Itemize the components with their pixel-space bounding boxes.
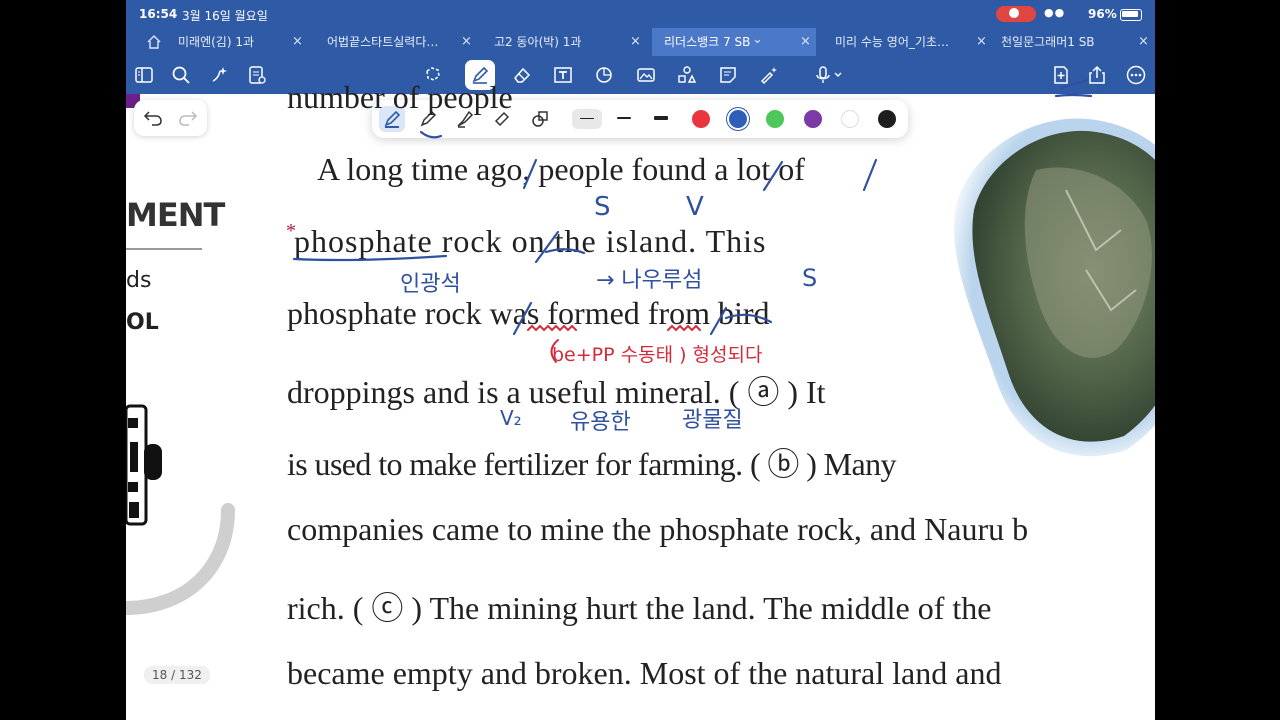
- tab-label: 미리 수능 영어_기초…: [835, 35, 949, 49]
- thickness-bold[interactable]: [646, 109, 676, 129]
- passage-line: A long time ago, people found a lot of: [317, 151, 805, 187]
- ai-sparkle-icon[interactable]: [207, 62, 233, 88]
- tab-2[interactable]: 어법끝스타트실력다… ×: [327, 28, 472, 56]
- sidebar-icon[interactable]: [131, 62, 157, 88]
- elements-icon[interactable]: [674, 62, 700, 88]
- home-icon[interactable]: [146, 34, 162, 50]
- color-swatch-black[interactable]: [878, 110, 896, 128]
- share-icon[interactable]: [1084, 62, 1110, 88]
- color-swatch-red[interactable]: [692, 110, 710, 128]
- annotation-subject: S: [802, 264, 818, 292]
- document-tab-bar: 미래엔(김) 1과 × 어법끝스타트실력다… × 고2 동아(박) 1과 × 리…: [126, 28, 1155, 56]
- add-page-icon[interactable]: [1048, 62, 1074, 88]
- tab-close-icon[interactable]: ×: [630, 28, 641, 56]
- sticky-note-icon[interactable]: [715, 62, 741, 88]
- redo-icon[interactable]: [178, 109, 198, 127]
- left-page-text: OL: [126, 310, 159, 335]
- status-bar: 16:54 3월 16일 월요일 ●● 96%: [126, 0, 1155, 28]
- annotation-grammar-note: be+PP 수동태 ) 형성되다: [552, 344, 763, 366]
- tab-label: 리더스뱅크 7 SB: [664, 35, 751, 49]
- tab-3[interactable]: 고2 동아(박) 1과 ×: [494, 28, 641, 56]
- tab-label: 천일문그래머1 SB: [1001, 35, 1095, 49]
- divider: [126, 248, 202, 250]
- undo-redo-group: [134, 100, 207, 136]
- tab-label: 고2 동아(박) 1과: [494, 35, 582, 49]
- color-swatch-green[interactable]: [766, 110, 784, 128]
- more-options-icon[interactable]: [1123, 62, 1149, 88]
- passage-line: became empty and broken. Most of the nat…: [287, 655, 1002, 691]
- toolbar: [126, 56, 1155, 94]
- tab-6[interactable]: 천일문그래머1 SB ×: [1001, 28, 1149, 56]
- tab-label: 어법끝스타트실력다…: [327, 35, 439, 49]
- passage-line: droppings and is a useful mineral. ( ⓐ )…: [287, 374, 826, 410]
- tab-label: 미래엔(김) 1과: [178, 35, 255, 49]
- tab-1[interactable]: 미래엔(김) 1과 ×: [178, 28, 303, 56]
- tab-4-active[interactable]: 리더스뱅크 7 SB ⌄ ×: [652, 28, 816, 56]
- annotation-korean: 인광석: [400, 272, 461, 297]
- status-time: 16:54: [139, 7, 178, 21]
- shape-pen-icon[interactable]: [527, 106, 553, 132]
- passage-line: rich. ( ⓒ ) The mining hurt the land. Th…: [287, 590, 992, 626]
- tab-5[interactable]: 미리 수능 영어_기초… ×: [835, 28, 987, 56]
- tab-close-icon[interactable]: ×: [976, 28, 987, 56]
- passage-line: number of people: [287, 79, 513, 115]
- passage-line: is used to make fertilizer for farming. …: [287, 446, 897, 482]
- status-date: 3월 16일 월요일: [182, 9, 268, 23]
- undo-icon[interactable]: [143, 109, 163, 127]
- annotation-korean: → 나우루섬: [596, 268, 703, 293]
- battery-icon: [1120, 9, 1142, 21]
- tab-close-icon[interactable]: ×: [461, 28, 472, 56]
- passage-line: companies came to mine the phosphate roc…: [287, 511, 1029, 547]
- shapes-icon[interactable]: [591, 62, 617, 88]
- annotation-verb2: V₂: [500, 406, 522, 430]
- status-icons: ●●: [1044, 6, 1066, 19]
- microphone-icon[interactable]: [810, 62, 850, 88]
- tab-close-icon[interactable]: ×: [292, 28, 303, 56]
- left-page-text: ds: [126, 268, 152, 293]
- annotation-subject: S: [594, 192, 611, 222]
- battery-percent: 96%: [1088, 7, 1117, 21]
- color-swatch-white[interactable]: [841, 110, 859, 128]
- annotation-korean: 광물질: [682, 408, 743, 433]
- laser-pointer-icon[interactable]: [756, 62, 782, 88]
- thickness-fine[interactable]: [572, 109, 602, 129]
- qr-and-arc-decoration: [126, 404, 235, 615]
- screen-recording-indicator[interactable]: [996, 6, 1036, 22]
- eraser-icon[interactable]: [509, 62, 535, 88]
- document-list-icon[interactable]: [244, 62, 270, 88]
- thickness-medium[interactable]: [609, 109, 639, 129]
- tab-close-icon[interactable]: ×: [1138, 28, 1149, 56]
- color-swatch-purple[interactable]: [804, 110, 822, 128]
- text-box-icon[interactable]: [550, 62, 576, 88]
- annotation-verb: V: [686, 192, 704, 222]
- left-page-heading: MENT: [126, 196, 225, 234]
- page-indicator: 18 / 132: [144, 666, 210, 684]
- search-icon[interactable]: [168, 62, 194, 88]
- image-icon[interactable]: [633, 62, 659, 88]
- asterisk-mark: *: [286, 220, 296, 242]
- app-screen: 16:54 3월 16일 월요일 ●● 96% 미래엔(김) 1과 × 어법끝스…: [126, 0, 1155, 720]
- color-swatch-blue[interactable]: [729, 110, 747, 128]
- tab-close-icon[interactable]: ×: [800, 28, 811, 56]
- annotation-korean: 유용한: [570, 410, 631, 435]
- chevron-down-icon[interactable]: ⌄: [752, 26, 763, 54]
- passage-line: phosphate rock on the island. This: [294, 223, 767, 259]
- nauru-island-photo: [954, 118, 1155, 457]
- passage-line: phosphate rock was formed from bird: [287, 295, 770, 331]
